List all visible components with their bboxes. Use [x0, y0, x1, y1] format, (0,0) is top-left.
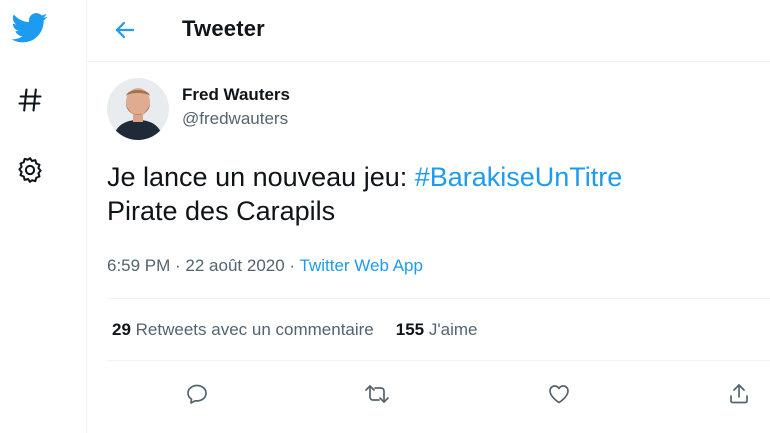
tweet-detail-column: Tweeter Fred Wauters @fredwauters Je lan…	[86, 0, 770, 433]
quote-count: 29	[112, 320, 131, 339]
tweet-meta: 6:59 PM · 22 août 2020 · Twitter Web App	[107, 256, 423, 276]
page-title: Tweeter	[182, 16, 265, 41]
tweet-actions	[87, 372, 770, 416]
hashtag-icon[interactable]	[10, 80, 50, 120]
author-name[interactable]: Fred Wauters	[182, 85, 290, 105]
tweet-text: Je lance un nouveau jeu: #BarakiseUnTitr…	[107, 160, 747, 228]
retweet-button[interactable]	[355, 372, 399, 416]
likes-stat[interactable]: 155 J'aime	[396, 320, 478, 339]
twitter-logo-icon[interactable]	[10, 8, 50, 48]
divider	[107, 360, 770, 361]
author-handle[interactable]: @fredwauters	[182, 109, 288, 129]
reply-icon	[185, 382, 209, 406]
meta-separator: ·	[170, 256, 186, 275]
gear-icon[interactable]	[10, 150, 50, 190]
header: Tweeter	[87, 0, 770, 62]
like-count: 155	[395, 320, 425, 339]
back-button[interactable]	[107, 14, 143, 46]
share-icon	[727, 382, 751, 406]
meta-separator-2: ·	[284, 256, 300, 275]
left-nav	[0, 0, 86, 433]
tweet-date[interactable]: 22 août 2020	[185, 256, 284, 275]
quote-label: Retweets avec un commentaire	[135, 320, 374, 339]
like-label: J'aime	[428, 320, 478, 339]
tweet-time[interactable]: 6:59 PM	[107, 256, 170, 275]
like-icon	[547, 382, 571, 406]
tweet-stats: 29 Retweets avec un commentaire 155 J'aim…	[112, 320, 477, 340]
tweet-text-line2: Pirate des Carapils	[107, 196, 336, 226]
share-button[interactable]	[717, 372, 761, 416]
like-button[interactable]	[537, 372, 581, 416]
retweet-icon	[364, 382, 390, 406]
hashtag-link[interactable]: #BarakiseUnTitre	[415, 162, 623, 192]
reply-button[interactable]	[175, 372, 219, 416]
tweet-text-prefix: Je lance un nouveau jeu:	[107, 162, 415, 192]
quote-tweets-stat[interactable]: 29 Retweets avec un commentaire	[112, 320, 374, 339]
avatar[interactable]	[107, 78, 169, 140]
divider	[107, 298, 770, 299]
tweet-source-app[interactable]: Twitter Web App	[300, 256, 423, 275]
arrow-left-icon	[113, 18, 137, 42]
